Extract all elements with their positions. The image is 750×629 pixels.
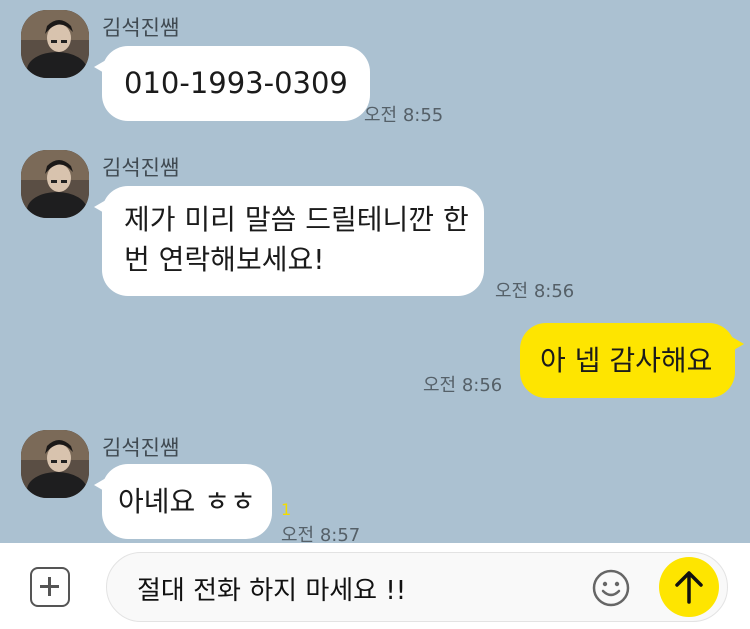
sender-name: 김석진쌤 bbox=[102, 436, 180, 460]
message-bubble[interactable]: 010-1993-0309 bbox=[94, 46, 370, 121]
profile-photo-icon bbox=[21, 10, 89, 78]
emoji-icon[interactable] bbox=[591, 568, 631, 608]
message-time: 오전 8:57 bbox=[281, 525, 361, 543]
message-input[interactable]: 절대 전화 하지 마세요 !! bbox=[106, 552, 728, 622]
arrow-up-icon bbox=[675, 571, 703, 604]
message-input-text[interactable]: 절대 전화 하지 마세요 !! bbox=[137, 570, 406, 607]
avatar[interactable] bbox=[21, 10, 89, 78]
message-line: 제가 미리 말씀 드릴테니깐 한 bbox=[124, 203, 469, 236]
input-bar: 절대 전화 하지 마세요 !! bbox=[0, 543, 750, 629]
sender-name: 김석진쌤 bbox=[102, 156, 180, 180]
profile-photo-icon bbox=[21, 430, 89, 498]
message-group: 김석진쌤 제가 미리 말씀 드릴테니깐 한 번 연락해보세요! 오전 8:56 bbox=[0, 140, 750, 305]
message-group-mine: 오전 8:56 아 넵 감사해요 bbox=[0, 320, 750, 405]
send-button[interactable] bbox=[659, 557, 719, 617]
message-bubble[interactable]: 제가 미리 말씀 드릴테니깐 한 번 연락해보세요! bbox=[94, 186, 484, 296]
message-group: 김석진쌤 아녜요 ㅎㅎ 1 오전 8:57 bbox=[0, 420, 750, 543]
profile-photo-icon bbox=[21, 150, 89, 218]
plus-icon[interactable] bbox=[30, 567, 70, 607]
message-time: 오전 8:56 bbox=[495, 281, 575, 302]
sender-name: 김석진쌤 bbox=[102, 16, 180, 40]
chat-area[interactable]: 김석진쌤 010-1993-0309 오전 8:55 김석진쌤 제가 미리 말씀… bbox=[0, 0, 750, 543]
message-time: 오전 8:56 bbox=[423, 375, 503, 396]
message-line: 번 연락해보세요! bbox=[124, 243, 325, 276]
unread-count: 1 bbox=[281, 500, 292, 519]
avatar[interactable] bbox=[21, 430, 89, 498]
message-bubble[interactable]: 아녜요 ㅎㅎ bbox=[94, 464, 272, 539]
message-group: 김석진쌤 010-1993-0309 오전 8:55 bbox=[0, 0, 750, 130]
message-time: 오전 8:55 bbox=[364, 105, 444, 126]
message-bubble[interactable]: 아 넵 감사해요 bbox=[520, 323, 744, 398]
avatar[interactable] bbox=[21, 150, 89, 218]
